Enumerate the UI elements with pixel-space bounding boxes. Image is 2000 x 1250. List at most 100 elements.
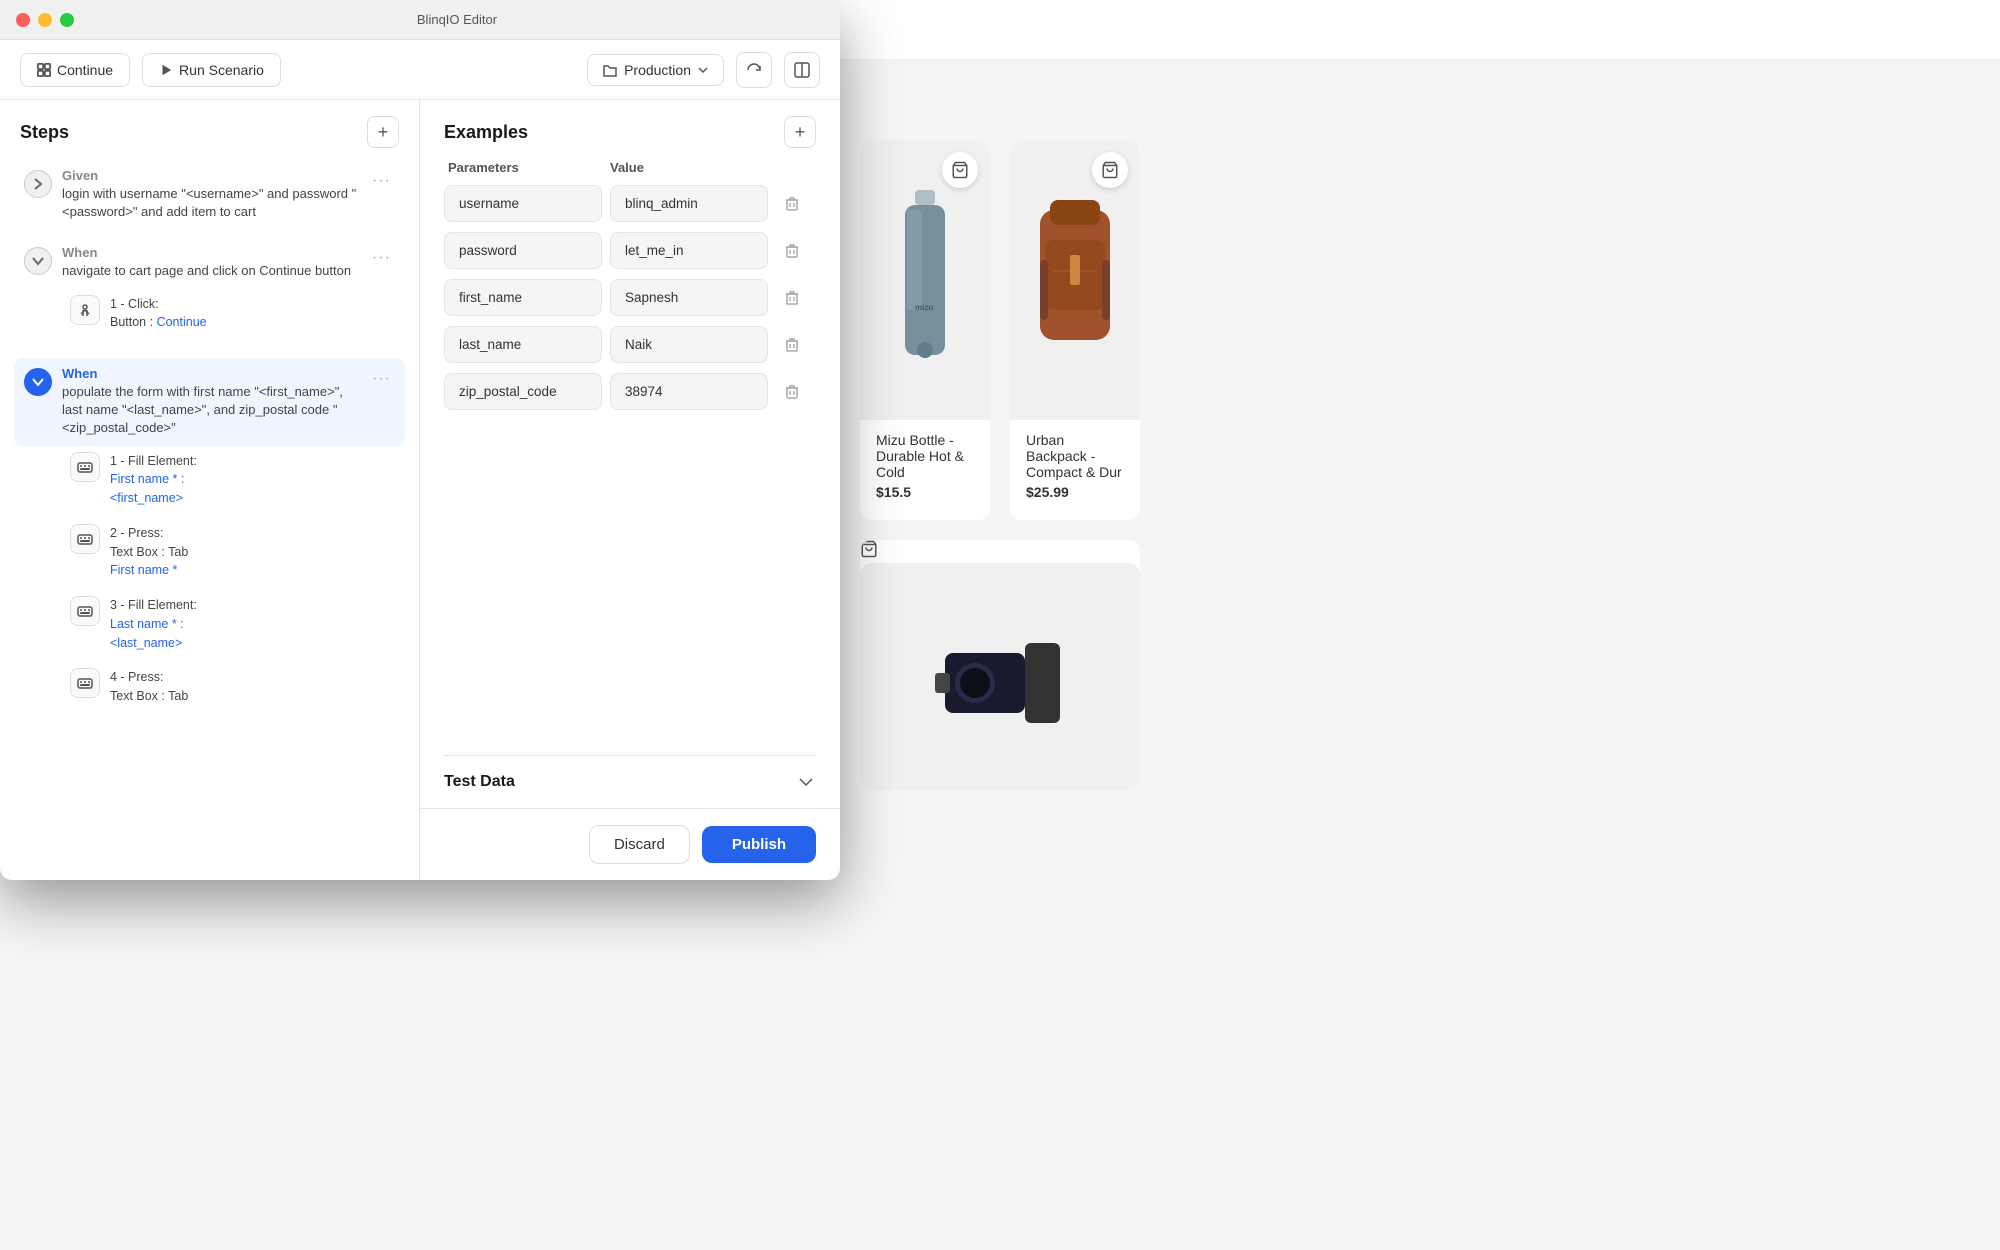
given-more-button[interactable]: ···	[368, 168, 395, 194]
test-data-title: Test Data	[444, 773, 515, 791]
window-title: BlinqIO Editor	[90, 12, 824, 27]
refresh-icon	[746, 62, 762, 78]
table-row: last_name Naik	[444, 326, 816, 363]
layout-button[interactable]	[784, 52, 820, 88]
examples-panel: Examples + Parameters Value username bli…	[420, 100, 840, 880]
bottle-title: Mizu Bottle - Durable Hot & Cold	[876, 432, 974, 480]
value-zip[interactable]: 38974	[610, 373, 768, 410]
sub-step-1-1-content: 1 - Click: Button : Continue	[110, 295, 207, 333]
value-password[interactable]: let_me_in	[610, 232, 768, 269]
when-step-2: When populate the form with first name "…	[14, 358, 405, 724]
table-row: username blinq_admin	[444, 185, 816, 222]
product-card-partial-1	[860, 540, 1140, 790]
add-to-cart-bottle[interactable]	[942, 152, 978, 188]
param-password[interactable]: password	[444, 232, 602, 269]
delete-username-button[interactable]	[776, 188, 808, 220]
backpack-title: Urban Backpack - Compact & Dur	[1026, 432, 1124, 480]
trash-icon	[784, 196, 800, 212]
when-step-1-header[interactable]: When navigate to cart page and click on …	[14, 237, 405, 288]
test-data-header[interactable]: Test Data	[444, 756, 816, 808]
keyboard-icon-1	[70, 452, 100, 482]
when-1-toggle[interactable]	[24, 247, 52, 275]
keyboard-icon-3	[70, 596, 100, 626]
value-username[interactable]: blinq_admin	[610, 185, 768, 222]
minimize-button[interactable]	[38, 13, 52, 27]
delete-last-name-button[interactable]	[776, 329, 808, 361]
examples-title: Examples	[444, 122, 528, 143]
value-first-name[interactable]: Sapnesh	[610, 279, 768, 316]
chevron-down-icon	[697, 64, 709, 76]
param-zip[interactable]: zip_postal_code	[444, 373, 602, 410]
table-row: zip_postal_code 38974	[444, 373, 816, 410]
toolbar: Continue Run Scenario Production	[0, 40, 840, 100]
title-bar: BlinqIO Editor	[0, 0, 840, 40]
product-card-backpack: Urban Backpack - Compact & Dur $25.99	[1010, 140, 1140, 520]
given-desc: login with username "<username>" and pas…	[62, 185, 358, 221]
when-2-toggle[interactable]	[24, 368, 52, 396]
delete-zip-button[interactable]	[776, 376, 808, 408]
delete-first-name-button[interactable]	[776, 282, 808, 314]
main-content: Steps + Given login with username	[0, 100, 840, 880]
when-2-more-button[interactable]: ···	[368, 366, 395, 392]
when-1-sub-steps: 1 - Click: Button : Continue	[14, 289, 405, 351]
delete-password-button[interactable]	[776, 235, 808, 267]
sub-step-2-4: 4 - Press: Text Box : Tab	[62, 662, 405, 712]
parameters-col-header: Parameters	[448, 160, 602, 175]
add-to-cart-backpack[interactable]	[1092, 152, 1128, 188]
sub-step-2-2-content: 2 - Press: Text Box : Tab First name *	[110, 524, 188, 580]
trash-icon	[784, 337, 800, 353]
add-example-button[interactable]: +	[784, 116, 816, 148]
maximize-button[interactable]	[60, 13, 74, 27]
svg-text:mizu: mizu	[915, 303, 933, 312]
keyboard-icon-4	[70, 668, 100, 698]
bottle-info: Mizu Bottle - Durable Hot & Cold $15.5	[860, 420, 990, 500]
traffic-lights	[16, 13, 74, 27]
when-step-1: When navigate to cart page and click on …	[14, 237, 405, 350]
examples-table: Parameters Value username blinq_admin	[420, 160, 840, 743]
steps-panel: Steps + Given login with username	[0, 100, 420, 880]
backpack-price: $25.99	[1026, 484, 1124, 500]
when-1-more-button[interactable]: ···	[368, 245, 395, 271]
examples-header: Examples +	[420, 100, 840, 160]
backpack-info: Urban Backpack - Compact & Dur $25.99	[1010, 420, 1140, 500]
table-row: first_name Sapnesh	[444, 279, 816, 316]
run-scenario-button[interactable]: Run Scenario	[142, 53, 281, 87]
click-icon	[70, 295, 100, 325]
environment-selector[interactable]: Production	[587, 54, 724, 86]
sub-step-1-1: 1 - Click: Button : Continue	[62, 289, 405, 339]
add-step-button[interactable]: +	[367, 116, 399, 148]
table-header: Parameters Value	[444, 160, 816, 175]
given-content: Given login with username "<username>" a…	[62, 168, 358, 221]
when-step-2-header[interactable]: When populate the form with first name "…	[14, 358, 405, 446]
value-col-header: Value	[610, 160, 764, 175]
param-last-name[interactable]: last_name	[444, 326, 602, 363]
continue-button[interactable]: Continue	[20, 53, 130, 87]
given-label: Given	[62, 168, 358, 183]
play-icon	[159, 63, 173, 77]
refresh-button[interactable]	[736, 52, 772, 88]
given-toggle[interactable]	[24, 170, 52, 198]
param-username[interactable]: username	[444, 185, 602, 222]
when-1-label: When	[62, 245, 358, 260]
steps-header: Steps +	[0, 100, 419, 160]
given-step: Given login with username "<username>" a…	[14, 160, 405, 229]
sub-step-2-3: 3 - Fill Element: Last name * : <last_na…	[62, 590, 405, 658]
add-to-cart-partial[interactable]	[860, 540, 1140, 563]
sub-step-2-1: 1 - Fill Element: First name * : <first_…	[62, 446, 405, 514]
editor-footer: Discard Publish	[420, 808, 840, 880]
when-2-sub-steps: 1 - Fill Element: First name * : <first_…	[14, 446, 405, 724]
discard-button[interactable]: Discard	[589, 825, 690, 864]
when-1-desc: navigate to cart page and click on Conti…	[62, 262, 358, 280]
publish-button[interactable]: Publish	[702, 826, 816, 863]
table-row: password let_me_in	[444, 232, 816, 269]
sub-step-2-1-content: 1 - Fill Element: First name * : <first_…	[110, 452, 197, 508]
sub-step-2-3-content: 3 - Fill Element: Last name * : <last_na…	[110, 596, 197, 652]
editor-overlay: BlinqIO Editor Continue Run Scenario Pro…	[0, 0, 840, 880]
param-first-name[interactable]: first_name	[444, 279, 602, 316]
value-last-name[interactable]: Naik	[610, 326, 768, 363]
trash-icon	[784, 243, 800, 259]
when-2-desc: populate the form with first name "<firs…	[62, 383, 358, 438]
chevron-down-icon-active	[31, 375, 45, 389]
close-button[interactable]	[16, 13, 30, 27]
given-step-header[interactable]: Given login with username "<username>" a…	[14, 160, 405, 229]
